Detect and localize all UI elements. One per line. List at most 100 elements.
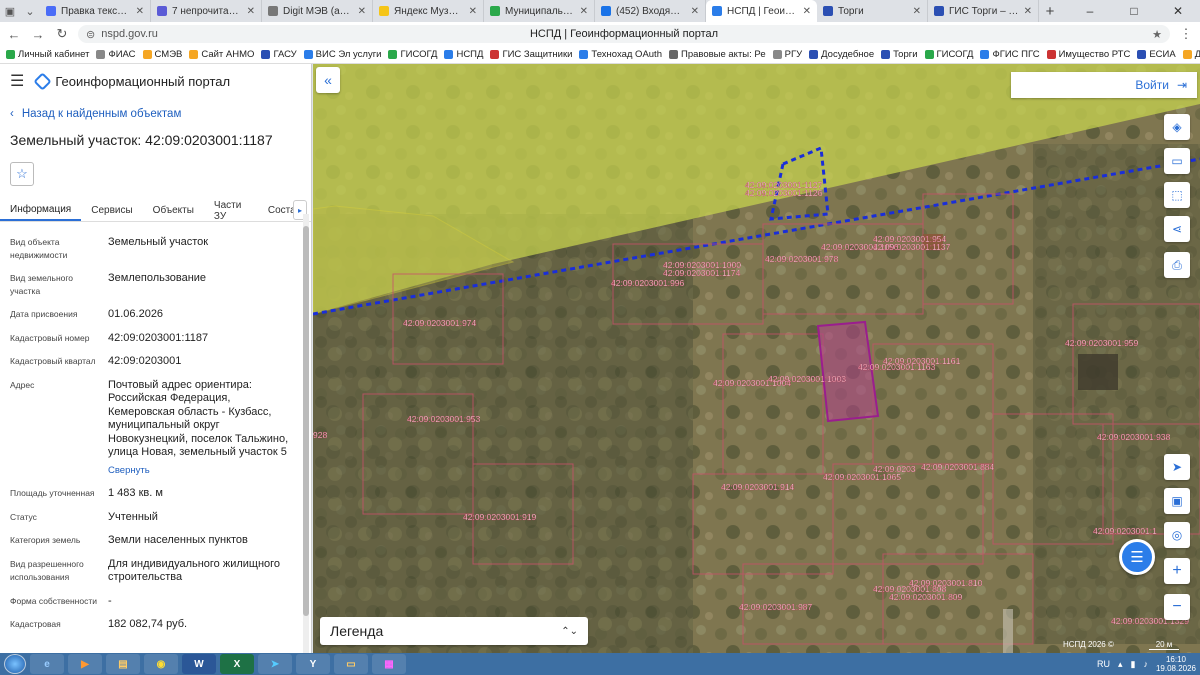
- bookmark-star-icon[interactable]: ★: [1152, 28, 1162, 41]
- telegram-icon[interactable]: ➤: [258, 654, 292, 674]
- bookmark-item[interactable]: ГАСУ: [261, 49, 297, 60]
- media-player-icon[interactable]: ▶: [68, 654, 102, 674]
- zoom-in-button[interactable]: +: [1164, 558, 1190, 584]
- info-tab[interactable]: Части ЗУ: [204, 200, 258, 222]
- tab-search-icon[interactable]: ▣: [0, 0, 20, 22]
- browser-tab[interactable]: Правка текста - Deep ✕: [40, 0, 151, 22]
- browser-tab[interactable]: Яндекс Музыка — об ✕: [373, 0, 484, 22]
- tray-arrow-icon[interactable]: ▴: [1118, 659, 1123, 670]
- bookmark-item[interactable]: ФГИС ПГС: [980, 49, 1040, 60]
- parcel-cadastral-label[interactable]: 42:09:0203001:974: [403, 318, 477, 328]
- new-tab-button[interactable]: +: [1039, 0, 1061, 22]
- bookmark-item[interactable]: РГУ: [772, 49, 802, 60]
- parcel-cadastral-label[interactable]: 42:09:0203001:1: [1093, 526, 1157, 536]
- bookmark-item[interactable]: ЕСИА: [1137, 49, 1176, 60]
- network-icon[interactable]: ▮: [1131, 659, 1136, 670]
- portal-logo[interactable]: Геоинформационный портал: [33, 71, 230, 91]
- parcel-cadastral-label[interactable]: 42:09:0203001:1004: [713, 378, 792, 388]
- geolocation-icon[interactable]: ◎: [1164, 522, 1190, 548]
- parcel-cadastral-label[interactable]: 42:09:0203001:1174: [663, 268, 741, 278]
- info-tab[interactable]: Сервисы: [81, 200, 142, 221]
- tab-list-chevron-icon[interactable]: ⌄: [20, 0, 40, 22]
- share-icon[interactable]: ⋖: [1164, 216, 1190, 242]
- bookmark-item[interactable]: ВИС Эл услуги: [303, 49, 381, 60]
- folder-icon[interactable]: ▭: [334, 654, 368, 674]
- minimize-button[interactable]: –: [1068, 0, 1112, 22]
- bookmark-item[interactable]: Правовые акты: Ре: [668, 49, 766, 60]
- map-canvas[interactable]: 42:09:0203001:112742:09:0203001:112642:0…: [313, 64, 1200, 653]
- tab-close-icon[interactable]: ✕: [913, 6, 921, 17]
- tab-close-icon[interactable]: ✕: [580, 6, 588, 17]
- locate-icon[interactable]: ➤: [1164, 454, 1190, 480]
- word-icon[interactable]: W: [182, 654, 216, 674]
- login-button[interactable]: Войти ⇥: [1011, 72, 1197, 98]
- chat-support-icon[interactable]: ☰: [1119, 539, 1155, 575]
- map-view[interactable]: 42:09:0203001:1127 42:09:0203001:1126 42:0…: [313, 64, 1200, 653]
- info-tab[interactable]: Информация: [0, 200, 82, 221]
- explorer-folder-icon[interactable]: ▤: [106, 654, 140, 674]
- yandex-browser-icon[interactable]: Y: [296, 654, 330, 674]
- parcel-cadastral-label[interactable]: 42:09:0203001:914: [721, 482, 795, 492]
- reload-icon[interactable]: ↻: [54, 26, 70, 42]
- browser-tab[interactable]: Digit МЭВ (адрес тек ✕: [262, 0, 373, 22]
- bookmark-item[interactable]: ГИСОГД: [924, 49, 973, 60]
- parcel-cadastral-label[interactable]: 42:09:0203001:1126: [745, 188, 823, 198]
- parcel-cadastral-label[interactable]: 42:09:0203001:884: [921, 462, 995, 472]
- forward-arrow-icon[interactable]: →: [30, 27, 46, 42]
- parcel-cadastral-label[interactable]: 42:09:0203001:959: [1065, 338, 1139, 348]
- ruler-icon[interactable]: ▭: [1164, 148, 1190, 174]
- parcel-cadastral-label[interactable]: 42:09:0203001:919: [463, 512, 537, 522]
- info-tab[interactable]: Объекты: [143, 200, 204, 221]
- ie-icon[interactable]: e: [30, 654, 64, 674]
- start-button[interactable]: [4, 654, 26, 674]
- parcel-cadastral-label[interactable]: 42:09:0203001:987: [739, 602, 813, 612]
- browser-tab[interactable]: Муниципальное обра ✕: [484, 0, 595, 22]
- layers-icon[interactable]: ◈: [1164, 114, 1190, 140]
- parcel-cadastral-label[interactable]: 42:09:0203001:1163: [858, 362, 936, 372]
- parcel-cadastral-label[interactable]: 42:09:0203001:996: [611, 278, 685, 288]
- legend-dropdown[interactable]: Легенда ⌃⌄: [320, 617, 588, 645]
- site-info-icon[interactable]: ⊜: [86, 28, 95, 41]
- sidebar-scrollbar[interactable]: [303, 214, 309, 653]
- parcel-cadastral-label[interactable]: 42:09:0203001:953: [407, 414, 481, 424]
- bookmark-item[interactable]: Директум РХ: [1182, 49, 1200, 60]
- tab-close-icon[interactable]: ✕: [803, 6, 811, 17]
- favorite-star-button[interactable]: ☆: [10, 162, 34, 186]
- bookmark-item[interactable]: Личный кабинет: [6, 49, 89, 60]
- parcel-cadastral-label[interactable]: 42:09:0203001:809: [889, 592, 963, 602]
- browser-tab[interactable]: (452) Входящие - Почт ✕: [595, 0, 706, 22]
- browser-tab[interactable]: Торги ✕: [817, 0, 928, 22]
- tab-close-icon[interactable]: ✕: [1024, 6, 1032, 17]
- app-icon[interactable]: ▦: [372, 654, 406, 674]
- maximize-button[interactable]: □: [1112, 0, 1156, 22]
- back-arrow-icon[interactable]: ←: [6, 27, 22, 42]
- url-field[interactable]: ⊜ nspd.gov.ru НСПД | Геоинформационный п…: [78, 25, 1170, 43]
- collapse-link[interactable]: Свернуть: [108, 464, 299, 478]
- tab-close-icon[interactable]: ✕: [469, 6, 477, 17]
- bookmark-item[interactable]: Имущество РТС: [1046, 49, 1130, 60]
- bookmark-item[interactable]: ГИС Защитники: [490, 49, 572, 60]
- chrome-icon[interactable]: ◉: [144, 654, 178, 674]
- zoom-out-button[interactable]: −: [1164, 594, 1190, 620]
- browser-tab[interactable]: НСПД | Геоинформа ✕: [706, 0, 817, 22]
- bookmark-item[interactable]: Досудебное: [809, 49, 874, 60]
- bookmark-item[interactable]: СМЭВ: [142, 49, 182, 60]
- parcel-cadastral-label[interactable]: 42:09:0203001:1065: [823, 472, 902, 482]
- parcel-cadastral-label[interactable]: 42:09:0203001:938: [1097, 432, 1171, 442]
- parcel-cadastral-label[interactable]: 42:09:0203001:1137: [873, 242, 951, 252]
- volume-icon[interactable]: ♪: [1143, 659, 1148, 669]
- tab-close-icon[interactable]: ✕: [358, 6, 366, 17]
- clock[interactable]: 16:10 19.08.2026: [1156, 655, 1196, 673]
- bookmark-item[interactable]: Торги: [881, 49, 918, 60]
- browser-tab[interactable]: ГИС Торги – продаж ✕: [928, 0, 1039, 22]
- bookmark-item[interactable]: Технохад OAuth: [579, 49, 662, 60]
- tab-close-icon[interactable]: ✕: [691, 6, 699, 17]
- browser-tab[interactable]: 7 непрочитанных чат ✕: [151, 0, 262, 22]
- close-window-button[interactable]: ✕: [1156, 0, 1200, 22]
- basemap-icon[interactable]: ▣: [1164, 488, 1190, 514]
- menu-icon[interactable]: ⋮: [1178, 26, 1194, 42]
- tab-close-icon[interactable]: ✕: [136, 6, 144, 17]
- hamburger-menu-icon[interactable]: ☰: [10, 71, 24, 91]
- print-icon[interactable]: ⎙: [1164, 252, 1190, 278]
- excel-icon[interactable]: X: [220, 654, 254, 674]
